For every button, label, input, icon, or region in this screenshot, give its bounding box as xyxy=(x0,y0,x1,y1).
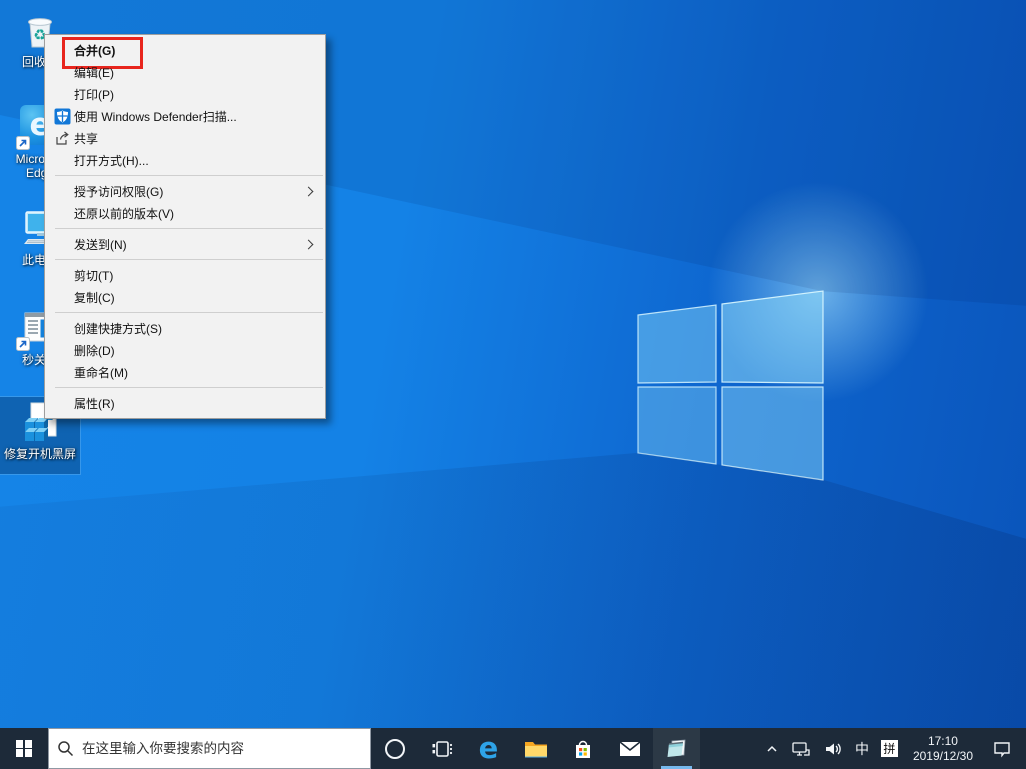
share-icon xyxy=(54,130,71,147)
menu-separator xyxy=(55,228,323,229)
search-icon xyxy=(57,740,74,757)
notification-icon xyxy=(992,739,1012,759)
menu-separator xyxy=(55,259,323,260)
menu-item-label: 编辑(E) xyxy=(74,64,325,81)
clock-date: 2019/12/30 xyxy=(913,749,973,764)
task-view-icon xyxy=(430,737,454,761)
menu-item-icon xyxy=(51,130,74,147)
menu-item-label: 授予访问权限(G) xyxy=(74,183,305,200)
taskbar-file-explorer-button[interactable] xyxy=(512,728,559,769)
tray-network[interactable] xyxy=(785,728,817,769)
taskbar-spacer xyxy=(700,728,759,769)
menu-item[interactable]: 删除(D) xyxy=(45,339,325,361)
menu-item[interactable]: 发送到(N) xyxy=(45,233,325,255)
taskbar-task-view-button[interactable] xyxy=(418,728,465,769)
network-icon xyxy=(791,739,811,759)
tray-ime-mode[interactable]: 拼 xyxy=(875,728,904,769)
cortana-icon xyxy=(383,737,407,761)
menu-item-label: 打印(P) xyxy=(74,86,325,103)
menu-item[interactable]: 使用 Windows Defender扫描... xyxy=(45,105,325,127)
submenu-arrow-icon xyxy=(304,186,314,196)
windows-logo xyxy=(630,280,830,490)
taskbar-edge-button[interactable]: e xyxy=(465,728,512,769)
menu-item-label: 重命名(M) xyxy=(74,364,325,381)
menu-separator xyxy=(55,175,323,176)
taskbar: e xyxy=(0,728,1026,769)
menu-item[interactable]: 编辑(E) xyxy=(45,61,325,83)
windows-start-icon xyxy=(16,740,33,757)
screen: ♻ 回收站 e Microsoft Edge 此电脑 xyxy=(0,0,1026,769)
tray-ime-language[interactable]: 中 xyxy=(849,728,875,769)
shortcut-arrow-icon xyxy=(16,337,30,351)
menu-item-label: 打开方式(H)... xyxy=(74,152,325,169)
menu-item-label: 复制(C) xyxy=(74,289,325,306)
taskbar-cortana-button[interactable] xyxy=(371,728,418,769)
menu-item[interactable]: 打印(P) xyxy=(45,83,325,105)
menu-item-label: 合并(G) xyxy=(74,42,325,59)
desktop-icon-label: 修复开机黑屏 xyxy=(0,447,80,461)
menu-item[interactable]: 剪切(T) xyxy=(45,264,325,286)
menu-item-label: 发送到(N) xyxy=(74,236,305,253)
tray-volume[interactable] xyxy=(817,728,849,769)
menu-item[interactable]: 重命名(M) xyxy=(45,361,325,383)
taskbar-store-button[interactable] xyxy=(559,728,606,769)
menu-item[interactable]: 创建快捷方式(S) xyxy=(45,317,325,339)
chevron-up-icon xyxy=(765,742,779,756)
context-menu: 合并(G) 编辑(E) 打印(P) 使用 Windows Defender扫描.… xyxy=(44,34,326,419)
windows-defender-icon xyxy=(54,108,71,125)
menu-item-label: 还原以前的版本(V) xyxy=(74,205,325,222)
menu-separator xyxy=(55,387,323,388)
taskbar-search[interactable] xyxy=(48,728,371,769)
menu-item[interactable]: 合并(G) xyxy=(45,39,325,61)
notepad-icon xyxy=(664,736,690,762)
menu-item[interactable]: 属性(R) xyxy=(45,392,325,414)
menu-item-icon xyxy=(51,108,74,125)
taskbar-mail-button[interactable] xyxy=(606,728,653,769)
tray-clock[interactable]: 17:10 2019/12/30 xyxy=(904,728,982,769)
menu-item-label: 属性(R) xyxy=(74,395,325,412)
menu-item[interactable]: 还原以前的版本(V) xyxy=(45,202,325,224)
menu-item-label: 创建快捷方式(S) xyxy=(74,320,325,337)
taskbar-notepad-button[interactable] xyxy=(653,728,700,769)
menu-item-label: 使用 Windows Defender扫描... xyxy=(74,108,325,125)
store-icon xyxy=(571,737,595,761)
menu-separator xyxy=(55,312,323,313)
submenu-arrow-icon xyxy=(304,239,314,249)
file-explorer-icon xyxy=(523,736,549,762)
volume-icon xyxy=(823,739,843,759)
mail-icon xyxy=(617,736,643,762)
system-tray: 中 拼 17:10 2019/12/30 xyxy=(759,728,1026,769)
start-button[interactable] xyxy=(0,728,48,769)
menu-item[interactable]: 授予访问权限(G) xyxy=(45,180,325,202)
shortcut-arrow-icon xyxy=(16,136,30,150)
search-input[interactable] xyxy=(82,741,362,756)
menu-item-label: 共享 xyxy=(74,130,325,147)
menu-item[interactable]: 打开方式(H)... xyxy=(45,149,325,171)
menu-item[interactable]: 复制(C) xyxy=(45,286,325,308)
tray-show-hidden-icons[interactable] xyxy=(759,728,785,769)
menu-item[interactable]: 共享 xyxy=(45,127,325,149)
clock-time: 17:10 xyxy=(928,734,958,749)
menu-item-label: 删除(D) xyxy=(74,342,325,359)
menu-item-label: 剪切(T) xyxy=(74,267,325,284)
tray-action-center[interactable] xyxy=(982,728,1026,769)
ime-mode-badge: 拼 xyxy=(881,740,898,757)
edge-icon: e xyxy=(479,734,499,763)
